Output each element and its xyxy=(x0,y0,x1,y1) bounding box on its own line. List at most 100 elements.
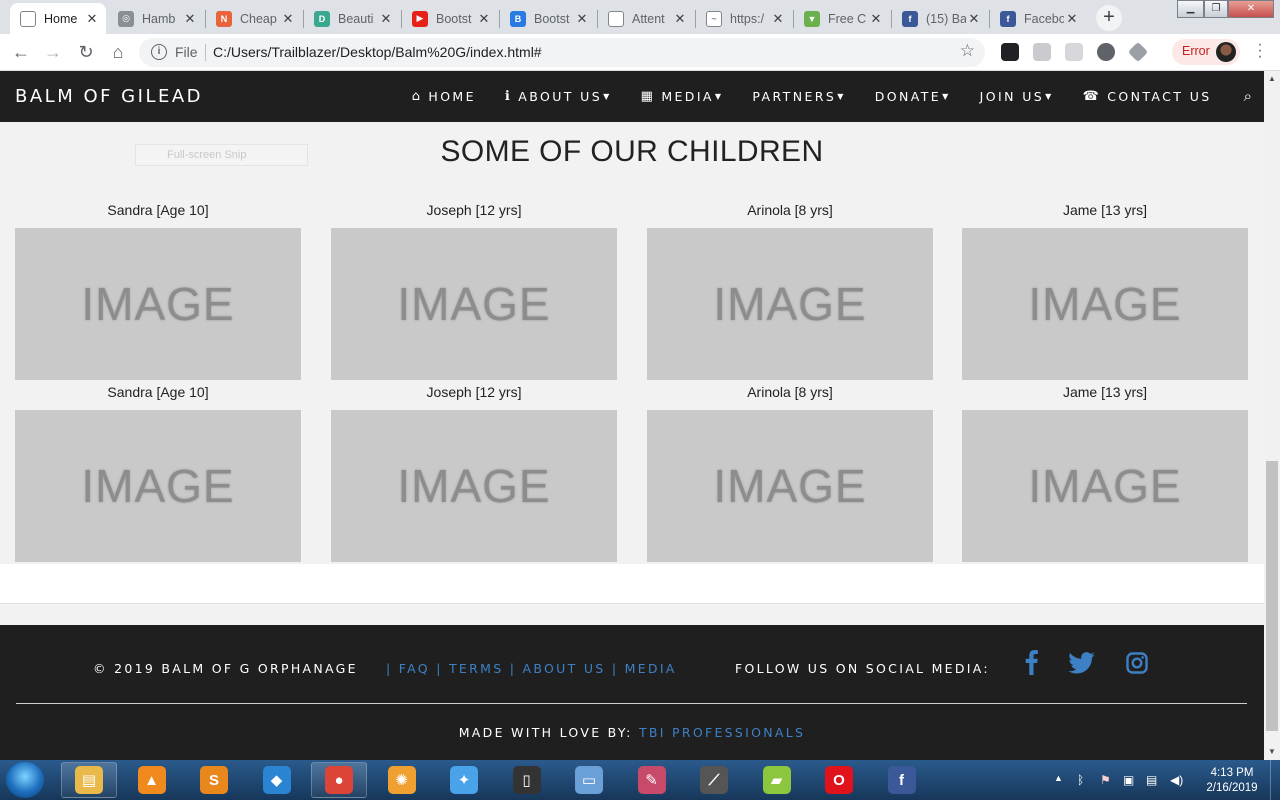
taskbar-app-app-phone[interactable]: ▯ xyxy=(499,762,555,798)
tab-close-icon[interactable]: ✕ xyxy=(770,11,786,27)
browser-tab[interactable]: N Cheap ✕ xyxy=(206,3,302,34)
page-scrollbar[interactable]: ▲ ▼ xyxy=(1264,71,1280,760)
taskbar-app-app-mic[interactable]: ⟋ xyxy=(686,762,742,798)
tab-close-icon[interactable]: ✕ xyxy=(476,11,492,27)
tab-close-icon[interactable]: ✕ xyxy=(574,11,590,27)
extension-icon-3[interactable] xyxy=(1065,43,1083,61)
search-icon[interactable]: ⌕ xyxy=(1244,88,1252,105)
placeholder-label: IMAGE xyxy=(81,460,235,512)
nav-item-media[interactable]: ▦ MEDIA ▼ xyxy=(641,89,724,104)
app-orange-icon: ✺ xyxy=(387,766,416,794)
taskbar-app-app-orange[interactable]: ✺ xyxy=(374,762,430,798)
home-icon[interactable]: ⌂ xyxy=(106,40,130,64)
scroll-down-arrow-icon[interactable]: ▼ xyxy=(1264,744,1280,760)
network-icon[interactable]: ▤ xyxy=(1146,773,1157,787)
start-button[interactable] xyxy=(6,762,44,798)
volume-icon[interactable]: ◀) xyxy=(1170,773,1183,787)
tab-close-icon[interactable]: ✕ xyxy=(182,11,198,27)
credit-link[interactable]: TBI PROFESSIONALS xyxy=(639,725,805,740)
taskbar-app-chrome[interactable]: ● xyxy=(311,762,367,798)
browser-tab[interactable]: ▶ Bootst ✕ xyxy=(402,3,498,34)
tab-title: Free C xyxy=(828,11,867,26)
file-scheme-label: File xyxy=(175,44,198,60)
browser-tab[interactable]: Attent ✕ xyxy=(598,3,694,34)
placeholder-label: IMAGE xyxy=(1028,460,1182,512)
taskbar-app-app-book[interactable]: ▭ xyxy=(561,762,617,798)
tab-favicon-icon: ▶ xyxy=(412,10,428,27)
taskbar-clock[interactable]: 4:13 PM 2/16/2019 xyxy=(1202,766,1262,796)
nav-item-contact-us[interactable]: ☎ CONTACT US xyxy=(1083,89,1212,104)
site-info-icon[interactable]: i xyxy=(151,44,167,60)
instagram-icon[interactable] xyxy=(1126,652,1148,674)
twitter-icon[interactable] xyxy=(1068,652,1095,674)
tab-close-icon[interactable]: ✕ xyxy=(84,11,100,27)
footer-link-faq[interactable]: FAQ xyxy=(399,661,430,676)
taskbar-app-app-blue-bird[interactable]: ✦ xyxy=(436,762,492,798)
device-icon[interactable]: ▣ xyxy=(1123,773,1134,787)
taskbar-app-vlc[interactable]: ▲ xyxy=(124,762,180,798)
tab-separator xyxy=(499,10,500,28)
taskbar-app-sublime-text[interactable]: S xyxy=(186,762,242,798)
tab-close-icon[interactable]: ✕ xyxy=(280,11,296,27)
scroll-thumb[interactable] xyxy=(1266,461,1278,731)
taskbar-app-facebook[interactable]: f xyxy=(874,762,930,798)
browser-tab[interactable]: f (15) Ba ✕ xyxy=(892,3,988,34)
tab-close-icon[interactable]: ✕ xyxy=(966,11,982,27)
browser-tab[interactable]: ~ https:/ ✕ xyxy=(696,3,792,34)
tab-close-icon[interactable]: ✕ xyxy=(378,11,394,27)
tab-favicon-icon: D xyxy=(314,10,330,27)
browser-tab[interactable]: f Facebo ✕ xyxy=(990,3,1086,34)
browser-tab[interactable]: ◎ Hamb ✕ xyxy=(108,3,204,34)
back-icon[interactable]: ← xyxy=(9,40,33,64)
footer-link-about-us[interactable]: ABOUT US xyxy=(523,661,606,676)
url-text[interactable]: C:/Users/Trailblazer/Desktop/Balm%20G/in… xyxy=(213,44,542,60)
extension-icon-1[interactable] xyxy=(1001,43,1019,61)
content-bottom-band xyxy=(0,564,1264,604)
tab-close-icon[interactable]: ✕ xyxy=(868,11,884,27)
tray-expand-icon[interactable]: ▲ xyxy=(1054,773,1063,783)
child-card: Joseph [12 yrs] IMAGE xyxy=(331,382,617,562)
placeholder-label: IMAGE xyxy=(713,278,867,330)
site-brand[interactable]: BALM OF GILEAD xyxy=(15,86,203,107)
footer-link-media[interactable]: MEDIA xyxy=(625,661,677,676)
bookmark-star-icon[interactable]: ☆ xyxy=(960,41,975,61)
extension-icon-5[interactable] xyxy=(1127,41,1149,63)
window-close-button[interactable]: ✕ xyxy=(1228,0,1274,18)
browser-tab[interactable]: D Beauti ✕ xyxy=(304,3,400,34)
nav-item-home[interactable]: ⌂ HOME xyxy=(412,89,476,104)
tab-close-icon[interactable]: ✕ xyxy=(672,11,688,27)
nav-item-about-us[interactable]: ℹ ABOUT US ▼ xyxy=(505,89,612,104)
reload-icon[interactable]: ↻ xyxy=(74,40,98,64)
taskbar-app-app-paint[interactable]: ✎ xyxy=(624,762,680,798)
browser-tab[interactable]: ▼ Free C ✕ xyxy=(794,3,890,34)
extension-icon-2[interactable] xyxy=(1033,43,1051,61)
forward-icon[interactable]: → xyxy=(41,40,65,64)
nav-item-donate[interactable]: DONATE ▼ xyxy=(875,89,951,104)
new-tab-button[interactable]: + xyxy=(1096,5,1122,31)
maximize-button[interactable]: ❐ xyxy=(1204,0,1228,18)
site-footer: © 2019 BALM OF G ORPHANAGE | FAQ | TERMS… xyxy=(0,625,1264,760)
tab-close-icon[interactable]: ✕ xyxy=(1064,11,1080,27)
browser-menu-icon[interactable]: · · · xyxy=(1250,37,1270,65)
browser-tab[interactable]: Home ✕ xyxy=(10,3,106,34)
pinterest-icon[interactable] xyxy=(1097,43,1115,61)
browser-tab[interactable]: B Bootst ✕ xyxy=(500,3,596,34)
show-desktop-button[interactable] xyxy=(1270,760,1280,800)
profile-error-chip[interactable]: Error xyxy=(1172,39,1240,65)
taskbar-app-app-notes[interactable]: ▰ xyxy=(749,762,805,798)
browser-tab-strip: Home ✕ ◎ Hamb ✕ N Cheap ✕ D Beauti ✕ ▶ Bootst ✕ B Boots… xyxy=(0,0,1280,34)
home-icon: ⌂ xyxy=(411,89,423,104)
minimize-button[interactable]: ▁ xyxy=(1177,0,1204,18)
address-bar[interactable]: i File C:/Users/Trailblazer/Desktop/Balm… xyxy=(139,38,985,67)
nav-item-partners[interactable]: PARTNERS ▼ xyxy=(752,89,845,104)
taskbar-app-explorer[interactable]: ▤ xyxy=(61,762,117,798)
action-center-icon[interactable]: ⚑ xyxy=(1100,773,1111,787)
facebook-icon[interactable] xyxy=(1022,649,1040,675)
bluetooth-icon[interactable]: ᛒ xyxy=(1077,773,1084,787)
scroll-up-arrow-icon[interactable]: ▲ xyxy=(1264,71,1280,87)
taskbar-app-vscode[interactable]: ◆ xyxy=(249,762,305,798)
caret-down-icon: ▼ xyxy=(837,92,846,101)
nav-item-join-us[interactable]: JOIN US ▼ xyxy=(980,89,1054,104)
taskbar-app-opera[interactable]: O xyxy=(811,762,867,798)
footer-link-terms[interactable]: TERMS xyxy=(449,661,503,676)
